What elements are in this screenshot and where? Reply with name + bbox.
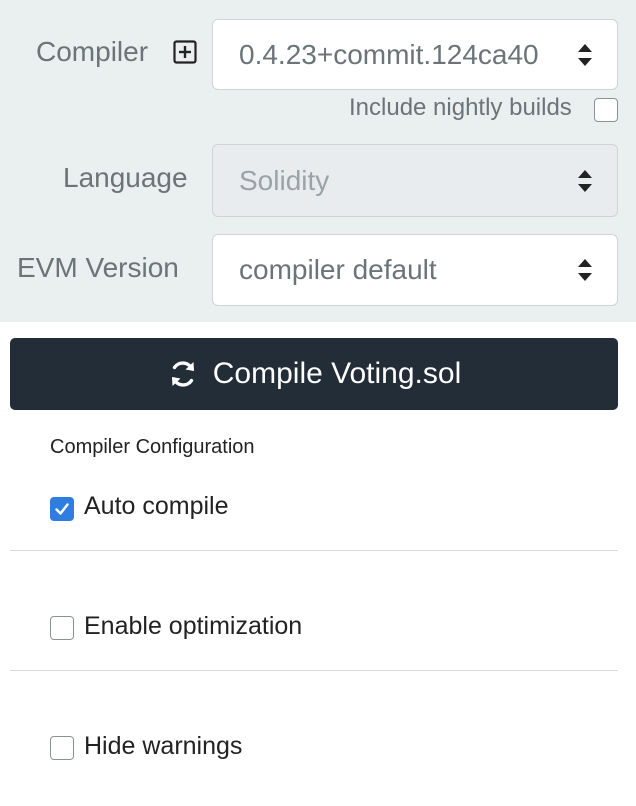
evm-version-label: EVM Version: [17, 252, 179, 283]
select-arrows-icon: [577, 168, 593, 194]
nightly-builds-label: Include nightly builds: [349, 94, 572, 121]
evm-version-select[interactable]: compiler default: [212, 234, 618, 306]
refresh-icon: [171, 361, 194, 387]
compile-button-label: Compile Voting.sol: [212, 357, 462, 390]
config-section-title: Compiler Configuration: [50, 436, 255, 458]
compiler-settings-panel: Compiler 0.4.23+commit.124ca40 Include n…: [0, 0, 636, 322]
language-label: Language: [63, 162, 188, 193]
compiler-label: Compiler: [36, 36, 149, 67]
hide-warnings-checkbox[interactable]: [50, 736, 74, 760]
compiler-version-value: 0.4.23+commit.124ca40: [239, 38, 539, 70]
select-arrows-icon: [577, 257, 593, 283]
hide-warnings-label: Hide warnings: [84, 732, 243, 760]
auto-compile-checkbox[interactable]: [50, 497, 74, 521]
enable-optimization-label: Enable optimization: [84, 612, 303, 640]
nightly-builds-checkbox[interactable]: [594, 98, 618, 122]
add-compiler-icon[interactable]: [173, 40, 197, 64]
evm-version-value: compiler default: [239, 254, 437, 285]
checkmark-icon: [55, 503, 69, 515]
enable-optimization-checkbox[interactable]: [50, 616, 74, 640]
language-select[interactable]: Solidity: [212, 144, 618, 217]
compiler-version-select[interactable]: 0.4.23+commit.124ca40: [212, 19, 618, 90]
select-arrows-icon: [577, 42, 593, 68]
language-value: Solidity: [239, 164, 330, 196]
divider: [10, 670, 618, 671]
auto-compile-label: Auto compile: [84, 492, 229, 520]
compile-button[interactable]: Compile Voting.sol: [10, 338, 618, 410]
divider: [10, 550, 618, 551]
